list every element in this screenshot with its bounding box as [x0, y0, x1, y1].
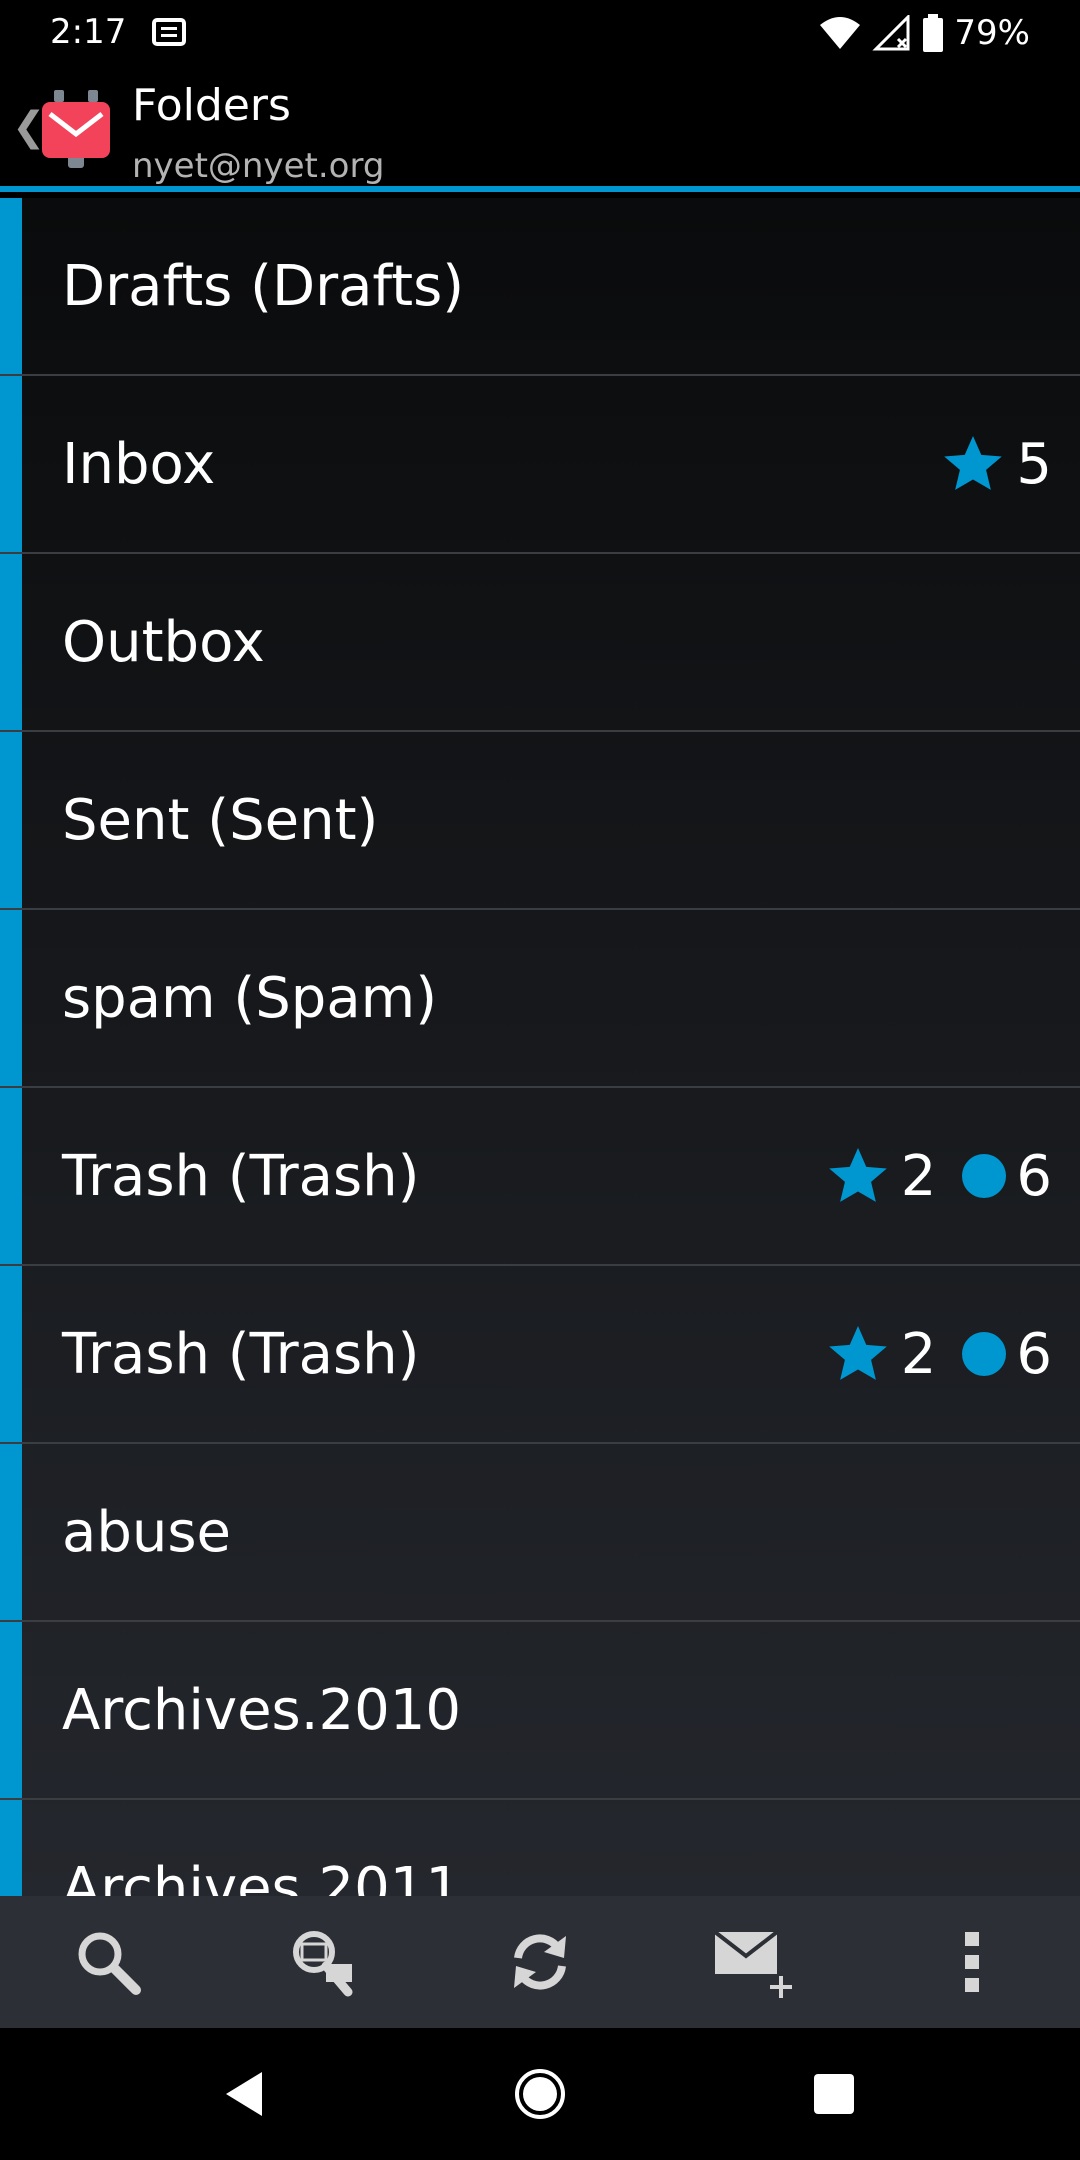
folder-name: Sent (Sent) — [62, 787, 379, 853]
bottom-toolbar — [0, 1896, 1080, 2028]
account-color-stripe — [0, 198, 22, 374]
action-bar: ❮ Folders nyet@nyet.org — [0, 66, 1080, 192]
wifi-icon — [820, 17, 861, 49]
folder-row-trash[interactable]: Trash (Trash) 2 6 — [0, 1266, 1080, 1444]
account-color-stripe — [0, 1266, 22, 1442]
nav-home-button[interactable] — [500, 2054, 580, 2134]
folder-counts: 5 — [940, 376, 1052, 552]
account-color-stripe — [0, 1444, 22, 1620]
overflow-menu-button[interactable] — [912, 1902, 1032, 2022]
search-icon — [78, 1932, 141, 1995]
folder-name: spam (Spam) — [62, 965, 438, 1031]
folder-name: Outbox — [62, 609, 265, 675]
status-time: 2:17 — [50, 12, 127, 52]
folder-name: Trash (Trash) — [62, 1321, 420, 1387]
battery-icon — [923, 14, 944, 52]
home-circle-icon — [515, 2069, 565, 2119]
status-bar: 2:17 79% — [0, 0, 1080, 66]
unread-count: 6 — [1016, 1321, 1052, 1387]
star-icon — [828, 1148, 887, 1202]
search-button[interactable] — [48, 1902, 168, 2022]
battery-percent: 79% — [954, 13, 1030, 53]
nav-recents-button[interactable] — [794, 2054, 874, 2134]
folder-list[interactable]: Drafts (Drafts) Inbox 5 Outbox Sent (Sen… — [0, 198, 1080, 1896]
folder-name: Inbox — [62, 431, 216, 497]
folder-row-archives-2011[interactable]: Archives.2011 — [0, 1800, 1080, 1896]
account-color-stripe — [0, 1800, 22, 1896]
unread-dot-icon — [962, 1154, 1007, 1198]
folder-counts: 2 6 — [825, 1266, 1052, 1442]
search-messages-icon — [293, 1931, 353, 1997]
recents-square-icon — [814, 2074, 854, 2114]
refresh-button[interactable] — [480, 1902, 600, 2022]
overflow-menu-icon — [965, 1932, 979, 1992]
refresh-icon — [514, 1934, 566, 1990]
star-icon — [828, 1326, 887, 1380]
folder-name: Trash (Trash) — [62, 1143, 420, 1209]
account-email: nyet@nyet.org — [132, 146, 385, 186]
folder-counts: 2 6 — [825, 1088, 1052, 1264]
nav-back-button[interactable] — [204, 2054, 284, 2134]
starred-count-group[interactable]: 2 — [825, 1321, 937, 1387]
back-triangle-icon — [226, 2072, 262, 2116]
unread-dot-icon — [962, 1332, 1007, 1376]
cell-signal-icon — [872, 15, 910, 51]
folder-row-spam[interactable]: spam (Spam) — [0, 910, 1080, 1088]
folder-row-sent[interactable]: Sent (Sent) — [0, 732, 1080, 910]
star-icon — [944, 436, 1003, 490]
starred-count: 5 — [1016, 431, 1052, 497]
folder-name: abuse — [62, 1499, 231, 1565]
starred-count: 2 — [900, 1321, 937, 1387]
account-color-stripe — [0, 376, 22, 552]
compose-button[interactable] — [696, 1902, 816, 2022]
starred-count-group[interactable]: 5 — [940, 432, 1052, 497]
account-color-stripe — [0, 1088, 22, 1264]
folder-row-outbox[interactable]: Outbox — [0, 554, 1080, 732]
starred-count-group[interactable]: 2 — [825, 1143, 937, 1209]
compose-icon — [713, 1930, 792, 1998]
folder-name: Archives.2010 — [62, 1677, 462, 1743]
folder-row-abuse[interactable]: abuse — [0, 1444, 1080, 1622]
status-indicators: 79% — [818, 10, 1030, 56]
unread-count: 6 — [1016, 1143, 1052, 1209]
unread-count-group[interactable]: 6 — [962, 1144, 1052, 1209]
account-color-stripe — [0, 732, 22, 908]
search-messages-button[interactable] — [264, 1902, 384, 2022]
folder-row-trash[interactable]: Trash (Trash) 2 6 — [0, 1088, 1080, 1266]
account-color-stripe — [0, 1622, 22, 1798]
folder-name: Drafts (Drafts) — [62, 253, 465, 319]
page-title: Folders — [132, 80, 291, 131]
account-color-stripe — [0, 554, 22, 730]
folder-row-drafts[interactable]: Drafts (Drafts) — [0, 198, 1080, 376]
app-logo-icon[interactable] — [40, 88, 112, 170]
folder-name: Archives.2011 — [62, 1855, 462, 1897]
notification-icon — [152, 18, 186, 46]
system-nav-bar — [0, 2028, 1080, 2160]
starred-count: 2 — [900, 1143, 937, 1209]
folder-row-inbox[interactable]: Inbox 5 — [0, 376, 1080, 554]
unread-count-group[interactable]: 6 — [962, 1322, 1052, 1387]
account-color-stripe — [0, 910, 22, 1086]
folder-row-archives-2010[interactable]: Archives.2010 — [0, 1622, 1080, 1800]
